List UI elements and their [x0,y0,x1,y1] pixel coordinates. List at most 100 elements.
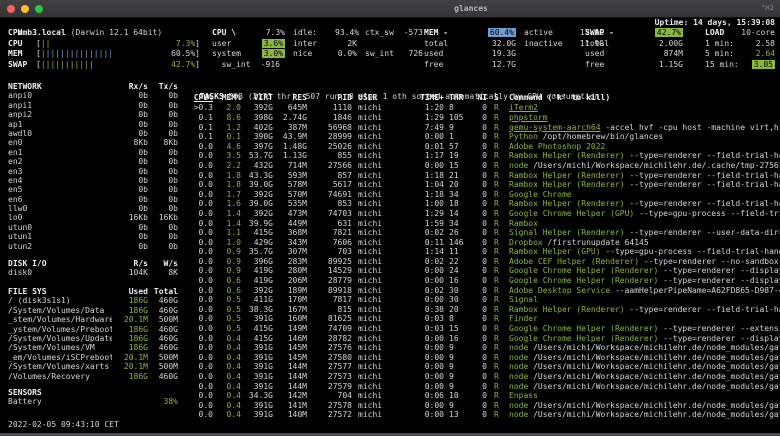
process-virt: 391G [253,410,273,420]
process-res: 43.9M [282,132,307,142]
process-virt: 390G [253,132,273,142]
process-nice: 0 [482,132,487,142]
process-row: 0.0 0.9 396G 283M 89925 michi 0:02 22 0 … [190,257,780,267]
process-command: Rambox Helper (Renderer) --type=renderer… [509,151,780,161]
process-virt: 35.7G [248,247,273,257]
process-command: node /Users/michi/Workspace/michilehr.de… [509,343,780,353]
window-titlebar: glances ⌃⌘2 [0,0,780,18]
process-threads: 34 [449,218,459,228]
host-line: mmb3.local (Darwin 12.1 64bit) Uptime: 1… [8,18,775,37]
header-nice[interactable]: NI [473,93,487,103]
process-row: 0.0 0.4 391G 144M 27573 michi 0:00 9 0 R… [190,372,780,382]
load-panel: LOAD 10-core 1 min: 2.58 5 min: 2.64 15 min… [705,28,775,70]
header-res[interactable]: RES [278,93,307,103]
process-res: 280M [287,266,307,276]
minimize-button[interactable] [21,4,29,13]
process-row: 0.0 0.4 391G 140M 27572 michi 0:00 13 0 … [190,410,780,420]
process-cpu: 0.0 [198,304,213,314]
process-mem: 0.4 [226,410,241,420]
header-time[interactable]: TIME+ [398,93,444,103]
process-row: 0.0 0.4 391G 144M 27577 michi 0:00 9 0 R… [190,362,780,372]
process-row: 0.0 2.2 432G 714M 27566 michi 0:00 15 0 … [190,161,780,171]
process-status: R [494,122,499,132]
header-cpu-percent[interactable]: CPU% [190,93,213,103]
process-pid: 27573 [327,372,352,382]
process-command: Rambox Helper (Renderer) --type=renderer… [509,170,780,180]
process-res: 368M [287,228,307,238]
close-button[interactable] [7,4,15,13]
mem-totalmem-label: total [424,38,449,48]
process-virt: 397G [253,141,273,151]
process-time: 0:00 [424,400,444,410]
process-virt: 391G [253,381,273,391]
process-time: 1:17 [424,151,444,161]
process-status: R [494,180,499,190]
process-status: R [494,285,499,295]
load-15min-label: 15 min: [705,59,739,69]
item-name: /System/Volumes/Update [8,333,112,343]
process-res: 1.48G [282,141,307,151]
network-interface-row: lo0 16Kb 16Kb [8,213,178,222]
fullscreen-button[interactable] [35,4,43,13]
process-cpu: 0.0 [198,189,213,199]
header-pid[interactable]: PID [310,93,352,103]
process-time: 1:18 [424,170,444,180]
process-row: 0.0 0.4 391G 145M 27576 michi 0:00 9 0 R… [190,343,780,353]
process-time: 0:00 [424,132,444,142]
process-time: 0:02 [424,285,444,295]
process-virt: 391G [253,362,273,372]
process-time: 0:02 [424,256,444,266]
process-row: 0.1 0.1 390G 43.9M 28999 michi 0:00 1 0 … [190,132,780,142]
process-pid: 27580 [327,352,352,362]
sensors-title: SENSORS [8,388,42,397]
process-time: 0:00 [424,276,444,286]
process-mem: 8.6 [226,112,241,122]
item-value-2: 460G [158,343,178,353]
process-mem: 0.4 [226,381,241,391]
process-nice: 0 [482,372,487,382]
process-status: R [494,304,499,314]
process-row: 0.0 4.6 397G 1.48G 25026 michi 0:01 57 0… [190,142,780,152]
process-user: michi [358,237,383,247]
process-nice: 0 [482,333,487,343]
process-virt: 415G [253,228,273,238]
item-value-2: 0b [168,222,178,232]
process-row: 0.0 0.5 415G 149M 74709 michi 0:03 15 0 … [190,324,780,334]
process-mem: 1.2 [226,122,241,132]
process-nice: 0 [482,199,487,209]
item-value-1: 186G [128,371,148,381]
process-nice: 0 [482,103,487,113]
header-status[interactable]: S [494,93,504,103]
header-threads[interactable]: THR [449,93,473,103]
process-mem: 2.0 [226,103,241,113]
network-interface-row: en3 0b 0b [8,167,178,176]
process-res: 160M [287,314,307,324]
network-interface-row: ap1 0b 0b [8,120,178,129]
process-nice: 0 [482,218,487,228]
item-value-1: 0b [138,232,148,242]
process-status: R [494,372,499,382]
process-res: 387M [287,122,307,132]
header-mem-percent[interactable]: MEM% [218,93,241,103]
item-value-1: 0b [138,194,148,204]
process-command: Enpass [509,391,538,401]
item-name: en6 [8,194,23,204]
process-res: 141M [287,400,307,410]
mem-free-value: 12.7G [491,59,516,69]
process-user: michi [358,151,383,161]
process-virt: 39.0G [248,199,273,209]
header-user[interactable]: USER [358,93,398,103]
cpu-ctxsw-value: -573 [403,28,423,37]
process-nice: 0 [482,410,487,420]
process-mem: 0.9 [226,247,241,257]
process-mem: 1.7 [226,189,241,199]
filesystem-row: _stem/Volumes/Hardware 20.1M 500M [8,315,178,324]
item-name: en4 [8,175,23,185]
process-user: michi [358,132,383,142]
diskio-title: DISK I/O [8,259,47,268]
filesystem-row: _ystem/Volumes/Preboot 186G 460G [8,325,178,334]
process-status: R [494,314,499,324]
header-virt[interactable]: VIRT [246,93,273,103]
process-res: 449M [287,218,307,228]
process-virt: 415G [253,333,273,343]
